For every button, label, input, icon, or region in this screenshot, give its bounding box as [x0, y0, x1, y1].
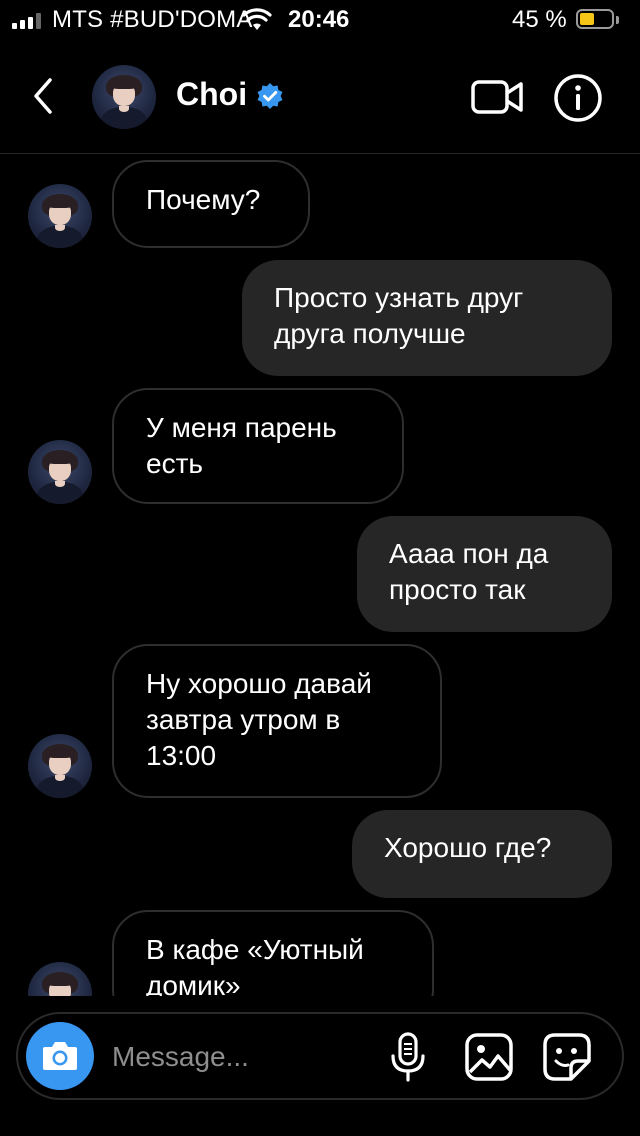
message-incoming[interactable]: Ну хорошо давай завтра утром в 13:00 [112, 644, 442, 798]
gallery-button[interactable] [464, 1032, 514, 1082]
message-thread[interactable]: Почему? Просто узнать друг друга получше… [0, 154, 640, 996]
sender-avatar[interactable] [28, 184, 92, 248]
sender-avatar[interactable] [28, 734, 92, 798]
message-outgoing[interactable]: Аааа пон да просто так [357, 516, 612, 632]
battery-level-fill [580, 13, 594, 25]
wifi-icon [242, 8, 272, 30]
sticker-icon [543, 1033, 591, 1081]
video-call-button[interactable] [470, 78, 524, 116]
battery-percent: 45 % [512, 6, 567, 33]
gallery-icon [465, 1033, 513, 1081]
dm-screen: MTS #BUD'DOMA 20:46 45 % Choi Почему? Пр… [0, 0, 640, 1136]
voice-message-button[interactable] [388, 1032, 428, 1082]
signal-icon [12, 11, 46, 29]
video-camera-icon [471, 80, 523, 114]
message-incoming[interactable]: В кафе «Уютный домик» [112, 910, 434, 996]
sender-avatar[interactable] [28, 440, 92, 504]
info-icon [554, 74, 602, 122]
sticker-button[interactable] [542, 1032, 592, 1082]
message-input[interactable] [110, 1034, 374, 1080]
info-button[interactable] [553, 73, 603, 123]
camera-button[interactable] [26, 1022, 94, 1090]
microphone-icon [391, 1032, 425, 1082]
message-incoming[interactable]: У меня парень есть [112, 388, 404, 504]
message-outgoing[interactable]: Просто узнать друг друга получше [242, 260, 612, 376]
message-composer [16, 1012, 624, 1100]
message-incoming[interactable]: Почему? [112, 160, 310, 248]
verified-badge-icon [257, 83, 283, 109]
chat-header: Choi [0, 40, 640, 154]
sender-avatar[interactable] [28, 962, 92, 996]
camera-icon [43, 1042, 77, 1070]
status-bar: MTS #BUD'DOMA 20:46 45 % [0, 0, 640, 40]
contact-name[interactable]: Choi [176, 76, 247, 113]
message-outgoing[interactable]: Хорошо где? [352, 810, 612, 898]
battery-icon [576, 9, 620, 31]
carrier-label: MTS #BUD'DOMA [52, 6, 253, 33]
back-chevron-icon [34, 78, 52, 114]
clock: 20:46 [288, 6, 350, 33]
contact-avatar[interactable] [92, 65, 156, 129]
back-button[interactable] [24, 76, 64, 116]
